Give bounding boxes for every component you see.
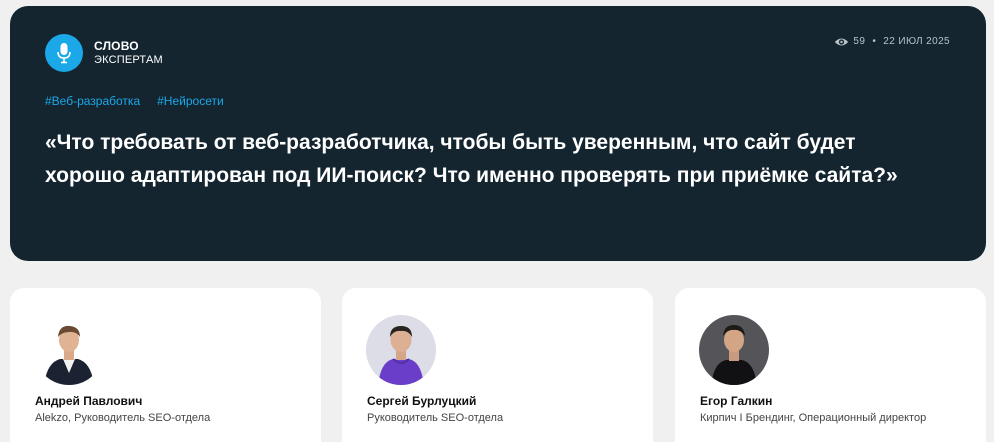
meta-separator: • [872,36,877,47]
question-hero: СЛОВО ЭКСПЕРТАМ 59 • 22 ИЮЛ 2025 #Веб-ра… [10,6,986,261]
tag-neural-networks[interactable]: #Нейросети [157,94,224,108]
avatar [34,315,104,385]
brand-name-line1: СЛОВО [94,39,139,53]
brand-name-line2: ЭКСПЕРТАМ [94,54,163,66]
expert-card[interactable]: Сергей Бурлуцкий Руководитель SEO-отдела [342,288,653,442]
tag-web-development[interactable]: #Веб-разработка [45,94,140,108]
microphone-icon [45,34,83,72]
eye-icon [834,37,849,47]
expert-name: Сергей Бурлуцкий [367,394,477,408]
expert-role: Alekzo, Руководитель SEO-отдела [35,412,211,424]
tag-list: #Веб-разработка #Нейросети [45,94,241,108]
expert-name: Егор Галкин [700,394,773,408]
expert-card[interactable]: Егор Галкин Кирпич I Брендинг, Операцион… [675,288,986,442]
avatar [366,315,436,385]
expert-name: Андрей Павлович [35,394,143,408]
view-count: 59 [853,36,866,47]
post-date: 22 ИЮЛ 2025 [883,36,950,47]
avatar [699,315,769,385]
expert-role: Кирпич I Брендинг, Операционный директор [700,412,927,424]
question-title: «Что требовать от веб-разработчика, чтоб… [45,131,898,187]
expert-role: Руководитель SEO-отдела [367,412,504,424]
post-meta: 59 • 22 ИЮЛ 2025 [834,36,950,47]
brand-logo[interactable]: СЛОВО ЭКСПЕРТАМ [45,34,163,72]
expert-card[interactable]: Андрей Павлович Alekzo, Руководитель SEO… [10,288,321,442]
